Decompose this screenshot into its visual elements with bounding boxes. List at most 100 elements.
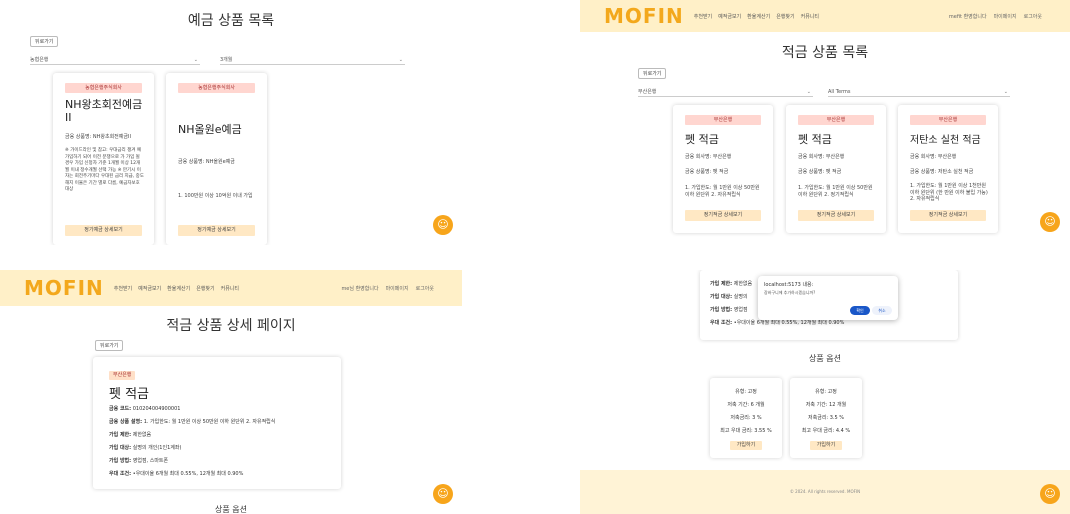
nav-item-exchange[interactable]: 환율계산기 bbox=[747, 13, 770, 20]
nav-item-community[interactable]: 커뮤니티 bbox=[801, 13, 819, 20]
welcome-text: me님 환영합니다 bbox=[341, 285, 379, 292]
detail-row: 가입 제한: 제한없음 bbox=[710, 280, 752, 287]
detail-button[interactable]: 정기예금 상세보기 bbox=[65, 225, 142, 236]
option-card: 유형: 고정 저축 기간: 12 개월 저축금리: 3.5 % 최고 우대 금리… bbox=[790, 378, 862, 458]
detail-row: 가입 대상: 실명의 bbox=[710, 293, 748, 300]
page-title: 적금 상품 상세 페이지 bbox=[166, 318, 296, 334]
options-title: 상품 옵션 bbox=[215, 505, 247, 514]
product-info: 금융 상품명: 저탄소 실천 적금 bbox=[910, 169, 974, 175]
logo[interactable]: MOFIN bbox=[604, 4, 684, 28]
option-term: 저축 기간: 6 개월 bbox=[727, 402, 765, 408]
top-nav: MOFIN 추천받기 예적금보기 환율계산기 은행찾기 커뮤니티 me님 환영합… bbox=[0, 270, 462, 306]
mypage-link[interactable]: 마이페이지 bbox=[386, 285, 409, 292]
logout-link[interactable]: 로그아웃 bbox=[1024, 13, 1042, 20]
product-description: 1. 가입한도: 월 1만원 이상 50만원 이하 원단위 2. 정기적립식 bbox=[798, 185, 873, 198]
detail-value: 실명의 bbox=[733, 294, 748, 300]
detail-row: 가입 방법: 영업점 bbox=[710, 306, 748, 313]
bank-select[interactable]: 부산은행 ⌄ bbox=[638, 87, 813, 97]
options-title: 상품 옵션 bbox=[809, 354, 841, 363]
nav-item-recommend[interactable]: 추천받기 bbox=[694, 13, 712, 20]
user-face-icon[interactable]: ☺ bbox=[1040, 484, 1060, 504]
chevron-down-icon: ⌄ bbox=[398, 56, 403, 63]
footer: © 2024. All rights reserved. MOFIN bbox=[580, 470, 1070, 514]
nav-item-exchange[interactable]: 환율계산기 bbox=[167, 285, 190, 292]
page-title: 적금 상품 목록 bbox=[781, 45, 869, 61]
detail-button[interactable]: 정기적금 상세보기 bbox=[685, 210, 761, 221]
detail-button[interactable]: 정기예금 상세보기 bbox=[178, 225, 255, 236]
term-select[interactable]: 3개월 ⌄ bbox=[220, 55, 405, 65]
nav-user-area: me님 환영합니다 마이페이지 로그아웃 bbox=[341, 285, 434, 292]
bank-badge: 농협은행주식회사 bbox=[178, 83, 255, 93]
nav-item-community[interactable]: 커뮤니티 bbox=[221, 285, 239, 292]
nav-menu: 추천받기 예적금보기 환율계산기 은행찾기 커뮤니티 bbox=[694, 13, 819, 20]
nav-item-products[interactable]: 예적금보기 bbox=[138, 285, 161, 292]
savings-card: 부산은행 펫 적금 금융 회사명: 부산은행 금융 상품명: 펫 적금 1. 가… bbox=[786, 105, 886, 233]
deposit-list-panel: 예금 상품 목록 뒤로가기 농협은행 ⌄ 3개월 ⌄ 농협은행주식회사 NH왕초… bbox=[0, 0, 462, 245]
term-select[interactable]: All Terms ⌄ bbox=[828, 87, 1010, 97]
product-name: 펫 적금 bbox=[798, 133, 832, 146]
mypage-link[interactable]: 마이페이지 bbox=[994, 13, 1017, 20]
logout-link[interactable]: 로그아웃 bbox=[416, 285, 434, 292]
product-info: 금융 상품명: NH왕초회전예금II bbox=[65, 134, 131, 140]
back-button[interactable]: 뒤로가기 bbox=[95, 340, 124, 351]
dialog-host: localhost:5173 내용: bbox=[764, 282, 814, 288]
detail-value: 010204004900001 bbox=[132, 406, 181, 412]
user-face-icon[interactable]: ☺ bbox=[433, 484, 453, 504]
screenshot-collage: 예금 상품 목록 뒤로가기 농협은행 ⌄ 3개월 ⌄ 농협은행주식회사 NH왕초… bbox=[0, 0, 1070, 514]
back-button[interactable]: 뒤로가기 bbox=[638, 68, 667, 79]
option-type: 유형: 고정 bbox=[735, 389, 757, 395]
detail-row: 가입 대상: 실명의 개인(1인1계좌) bbox=[109, 444, 181, 451]
bank-badge: 부산은행 bbox=[798, 115, 874, 125]
back-button[interactable]: 뒤로가기 bbox=[30, 36, 59, 47]
detail-row: 금융 코드: 010204004900001 bbox=[109, 405, 180, 412]
bank-badge: 부산은행 bbox=[910, 115, 986, 125]
nav-item-bank-map[interactable]: 은행찾기 bbox=[776, 13, 794, 20]
nav-item-bank-map[interactable]: 은행찾기 bbox=[196, 285, 214, 292]
term-select-value: 3개월 bbox=[220, 57, 233, 63]
detail-label: 가입 대상: bbox=[109, 445, 132, 451]
detail-button[interactable]: 정기적금 상세보기 bbox=[910, 210, 986, 221]
option-rate: 저축금리: 3.5 % bbox=[808, 415, 844, 421]
product-name: NH올원e예금 bbox=[178, 123, 242, 136]
top-nav: MOFIN 추천받기 예적금보기 환율계산기 은행찾기 커뮤니티 mefit 환… bbox=[580, 0, 1070, 32]
savings-card: 부산은행 펫 적금 금융 회사명: 부산은행 금융 상품명: 펫 적금 1. 가… bbox=[673, 105, 773, 233]
bank-select[interactable]: 농협은행 ⌄ bbox=[30, 55, 200, 65]
chevron-down-icon: ⌄ bbox=[806, 88, 811, 95]
nav-item-recommend[interactable]: 추천받기 bbox=[114, 285, 132, 292]
detail-value: 제한없음 bbox=[733, 281, 753, 287]
bank-badge: 부산은행 bbox=[685, 115, 761, 125]
join-button[interactable]: 가입하기 bbox=[810, 441, 842, 450]
detail-label: 금융 상품 설명: bbox=[109, 419, 143, 425]
detail-label: 가입 방법: bbox=[710, 307, 733, 313]
confirm-dialog: localhost:5173 내용: 장바구니에 추가하시겠습니까? 확인 취소 bbox=[758, 276, 898, 320]
nav-item-products[interactable]: 예적금보기 bbox=[718, 13, 741, 20]
logo[interactable]: MOFIN bbox=[24, 276, 104, 300]
company-name: 금융 회사명: 부산은행 bbox=[798, 154, 845, 160]
detail-label: 가입 방법: bbox=[109, 458, 132, 464]
product-description: 1. 가입한도: 월 1만원 이상 50만원 이하 원단위 2. 자유적립식 bbox=[685, 185, 760, 198]
product-info: 금융 상품명: 펫 적금 bbox=[685, 169, 729, 175]
product-description: 1. 가입한도: 월 1만원 이상 1천만원 이하 원단위 (한 만원 이하 불… bbox=[910, 183, 988, 202]
detail-row: 우대 조건: •우대이율 6개월 최대 0.55%, 12개월 최대 0.90% bbox=[710, 319, 844, 326]
cancel-button[interactable]: 취소 bbox=[872, 306, 892, 315]
join-button[interactable]: 가입하기 bbox=[730, 441, 762, 450]
detail-row: 가입 제한: 제한없음 bbox=[109, 431, 151, 438]
product-name: 펫 적금 bbox=[109, 387, 150, 402]
detail-button[interactable]: 정기적금 상세보기 bbox=[798, 210, 874, 221]
nav-user-area: mefit 환영합니다 마이페이지 로그아웃 bbox=[949, 13, 1042, 20]
product-options-panel: 가입 제한: 제한없음 가입 대상: 실명의 가입 방법: 영업점 우대 조건:… bbox=[580, 270, 1070, 514]
user-face-icon[interactable]: ☺ bbox=[1040, 212, 1060, 232]
deposit-card: 농협은행주식회사 NH왕초회전예금 II 금융 상품명: NH왕초회전예금II … bbox=[53, 73, 154, 245]
product-description: ※ 가이드라인 및 참고: 우대금리 챙겨 예 가입하기 되어 이전 분쟁으로 … bbox=[65, 148, 144, 192]
user-face-icon[interactable]: ☺ bbox=[433, 215, 453, 235]
detail-value: 제한없음 bbox=[132, 432, 152, 438]
bank-badge: 부산은행 bbox=[109, 371, 136, 380]
detail-value: 영업점 bbox=[733, 307, 748, 313]
detail-value: 1. 가입한도: 월 1만원 이상 50만원 이하 원단위 2. 자유적립식 bbox=[143, 419, 276, 425]
savings-list-panel: MOFIN 추천받기 예적금보기 환율계산기 은행찾기 커뮤니티 mefit 환… bbox=[580, 0, 1070, 245]
detail-label: 우대 조건: bbox=[109, 471, 132, 477]
confirm-button[interactable]: 확인 bbox=[850, 306, 870, 315]
option-max-rate: 최고 우대 금리: 4.4 % bbox=[801, 428, 851, 434]
product-detail-card: 부산은행 펫 적금 금융 코드: 010204004900001 금융 상품 설… bbox=[93, 357, 341, 489]
deposit-card: 농협은행주식회사 NH올원e예금 금융 상품명: NH올원e예금 1. 100만… bbox=[166, 73, 267, 245]
